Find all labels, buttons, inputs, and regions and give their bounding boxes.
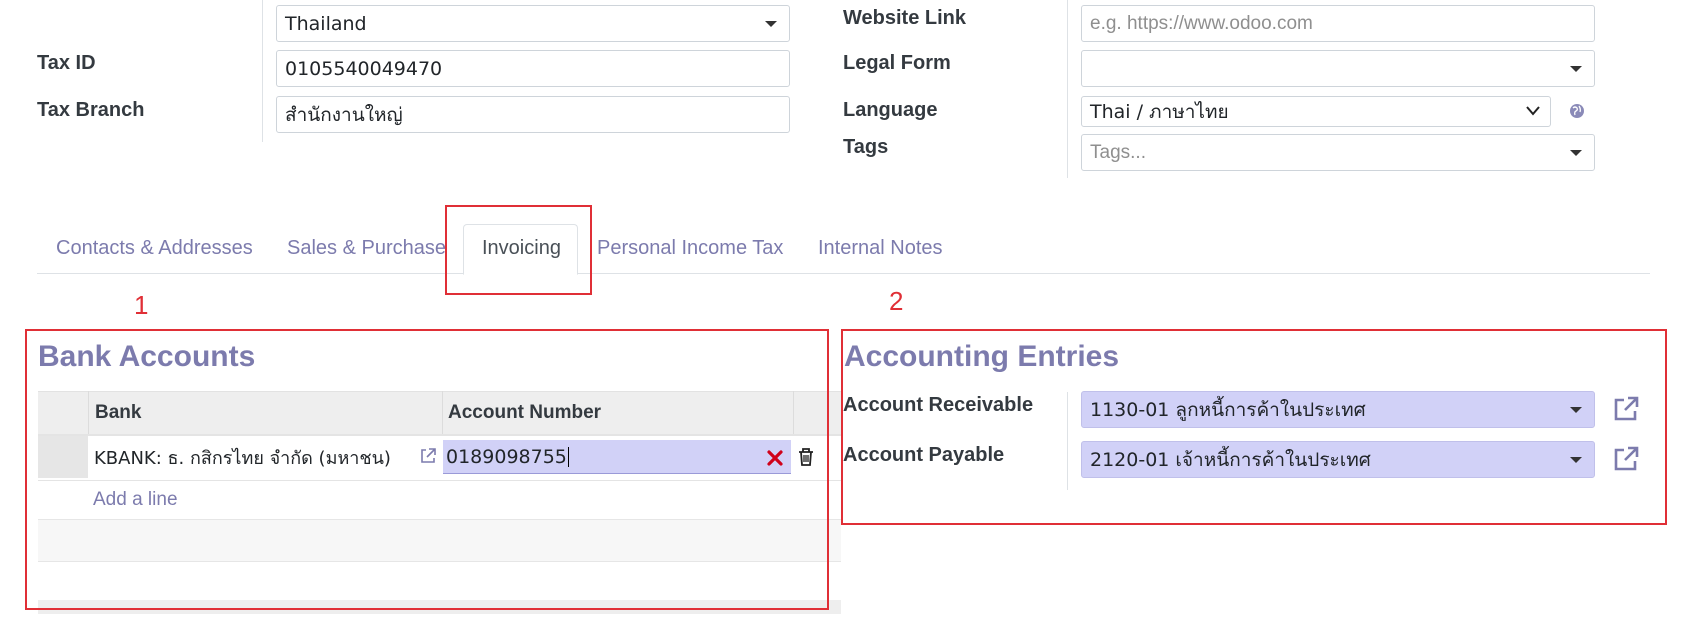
annotation-2: 2: [889, 286, 904, 316]
right-group-divider: [1067, 0, 1068, 178]
chevron-down-icon[interactable]: [1570, 149, 1582, 156]
tax-branch-field[interactable]: สำนักงานใหญ่: [276, 96, 790, 133]
globe-icon[interactable]: [1569, 103, 1585, 119]
accounting-entries-highlight: [841, 329, 1667, 525]
chevron-down-icon[interactable]: [1526, 106, 1540, 116]
tags-placeholder: Tags...: [1090, 141, 1146, 163]
tags-label: Tags: [843, 136, 889, 158]
tags-input[interactable]: Tags...: [1081, 134, 1595, 171]
invoicing-tab-highlight: [445, 205, 592, 295]
website-link-placeholder: e.g. https://www.odoo.com: [1090, 12, 1313, 34]
tab-personal-income-tax[interactable]: Personal Income Tax: [597, 237, 783, 260]
tax-id-field[interactable]: 0105540049470: [276, 50, 790, 87]
tax-branch-label: Tax Branch: [37, 99, 145, 121]
tax-id-value: 0105540049470: [285, 57, 443, 80]
chevron-down-icon[interactable]: [765, 20, 777, 27]
tab-internal-notes[interactable]: Internal Notes: [818, 237, 943, 260]
bank-accounts-highlight: [25, 329, 829, 610]
country-select[interactable]: Thailand: [276, 5, 790, 42]
language-value: Thai / ภาษาไทย: [1090, 100, 1229, 123]
tax-branch-value: สำนักงานใหญ่: [285, 103, 403, 126]
chevron-down-icon[interactable]: [1570, 65, 1582, 72]
language-label: Language: [843, 99, 938, 121]
website-link-label: Website Link: [843, 7, 966, 29]
annotation-1: 1: [134, 290, 149, 320]
country-value: Thailand: [285, 12, 367, 35]
legal-form-label: Legal Form: [843, 52, 951, 74]
left-group-divider: [262, 0, 263, 142]
tax-id-label: Tax ID: [37, 52, 96, 74]
legal-form-select[interactable]: [1081, 50, 1595, 87]
website-link-input[interactable]: e.g. https://www.odoo.com: [1081, 5, 1595, 42]
language-select[interactable]: Thai / ภาษาไทย: [1081, 96, 1551, 127]
tabs-baseline: [37, 273, 1650, 274]
tab-sales-purchase[interactable]: Sales & Purchase: [287, 237, 446, 260]
tab-contacts-addresses[interactable]: Contacts & Addresses: [56, 237, 253, 260]
